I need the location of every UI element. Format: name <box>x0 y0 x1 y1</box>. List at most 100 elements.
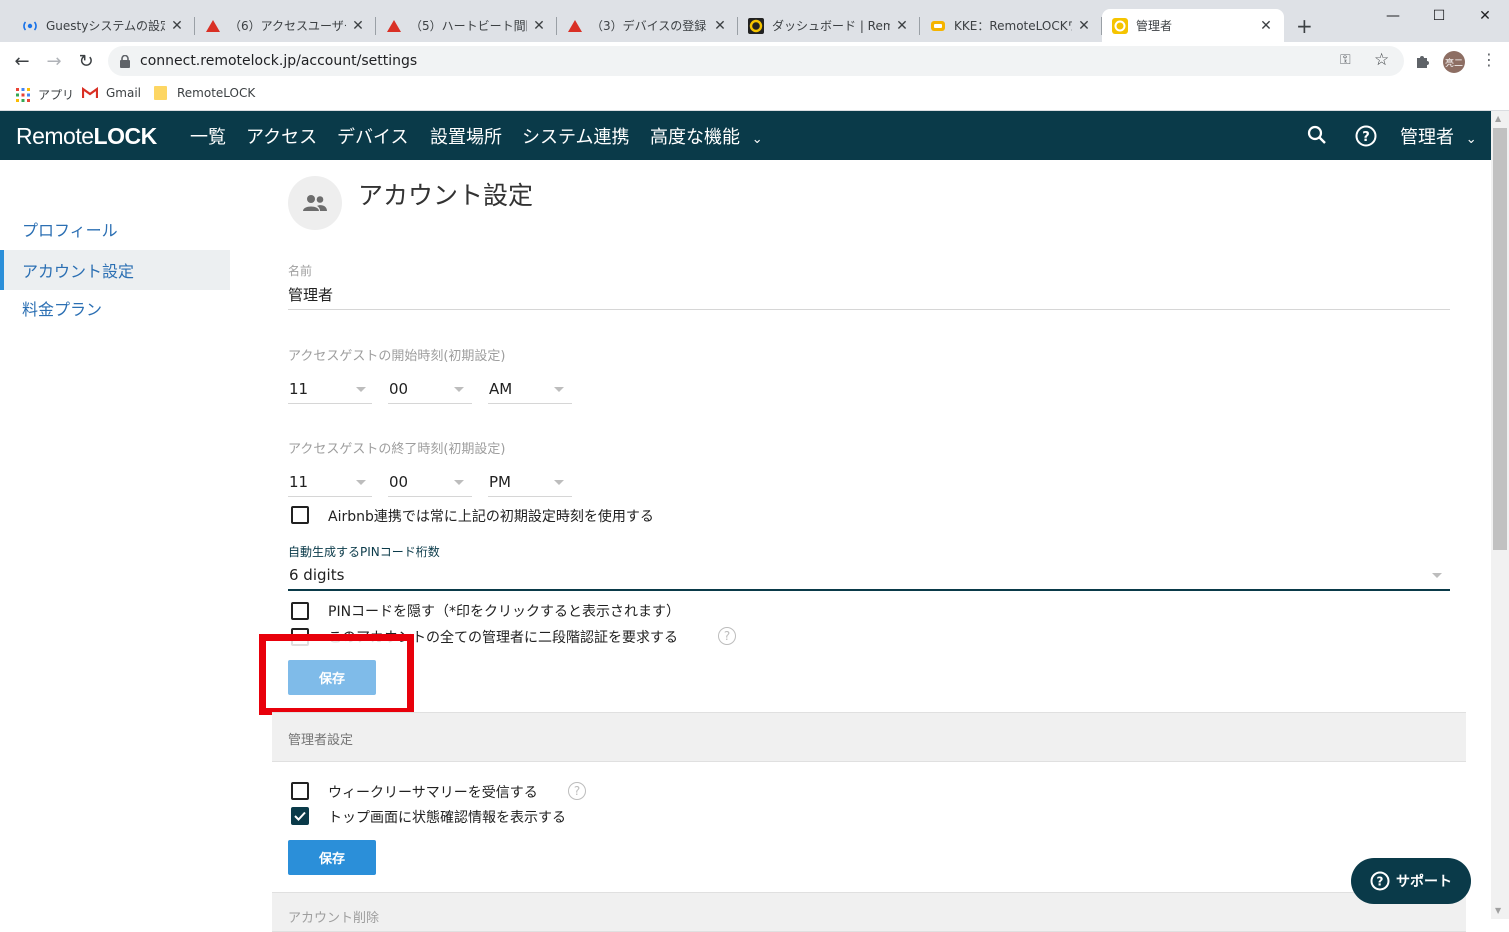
tab-title: 管理者 <box>1136 19 1173 33</box>
browser-tab[interactable]: （5）ハートビート間隔(\ ✕ <box>376 9 557 42</box>
star-icon[interactable]: ☆ <box>1374 50 1389 70</box>
checkmark-icon <box>294 811 306 821</box>
admin-save-button[interactable]: 保存 <box>288 840 376 875</box>
start-minute-select[interactable]: 00 <box>388 374 472 404</box>
admin-settings-title: 管理者設定 <box>288 733 354 748</box>
browser-tab[interactable]: （6）アクセスユーザーの ✕ <box>195 9 376 42</box>
triangle-icon <box>386 18 402 34</box>
nav-access[interactable]: アクセス <box>246 123 317 149</box>
show-status-label: トップ画面に状態確認情報を表示する <box>328 810 566 826</box>
bookmark-gmail[interactable]: Gmail <box>82 86 141 100</box>
new-tab-button[interactable]: + <box>1296 14 1313 38</box>
dropdown-caret-icon <box>454 387 464 392</box>
highlight-box <box>259 634 414 715</box>
address-bar[interactable]: connect.remotelock.jp/account/settings ⚿… <box>108 46 1404 76</box>
end-hour-select[interactable]: 11 <box>288 467 372 497</box>
support-button[interactable]: ? サポート <box>1351 858 1471 904</box>
profile-avatar[interactable]: 亮二 <box>1443 51 1465 73</box>
tab-title: （6）アクセスユーザーの <box>229 19 346 33</box>
name-label: 名前 <box>288 264 313 278</box>
help-icon: ? <box>1370 871 1390 891</box>
help-icon[interactable]: ? <box>1355 125 1377 151</box>
antenna-icon <box>22 18 38 34</box>
browser-menu-icon[interactable]: ⋮ <box>1481 50 1497 69</box>
end-minute-select[interactable]: 00 <box>388 467 472 497</box>
back-icon[interactable]: ← <box>8 47 36 75</box>
triangle-icon <box>205 18 221 34</box>
search-icon[interactable] <box>1307 125 1327 149</box>
maximize-icon[interactable]: ☐ <box>1416 0 1462 32</box>
folder-icon <box>154 86 167 100</box>
dropdown-caret-icon <box>554 480 564 485</box>
scroll-down-icon[interactable]: ▼ <box>1495 906 1501 915</box>
nav-advanced-label: 高度な機能 <box>650 127 740 148</box>
url-text: connect.remotelock.jp/account/settings <box>140 53 418 69</box>
key-icon[interactable]: ⚿ <box>1340 52 1351 68</box>
tab-title: （3）デバイスの登録 <box>591 19 707 33</box>
svg-text:?: ? <box>1377 875 1384 889</box>
remotelock-icon <box>748 17 764 34</box>
dropdown-caret-icon <box>454 480 464 485</box>
admin-settings-header: 管理者設定 <box>272 712 1466 762</box>
account-delete-title: アカウント削除 <box>288 911 380 926</box>
close-tab-icon[interactable]: ✕ <box>1258 18 1274 34</box>
pin-digits-select[interactable]: 6 digits <box>288 560 1450 591</box>
user-menu[interactable]: 管理者 ⌄ <box>1400 123 1477 149</box>
svg-text:?: ? <box>1362 130 1370 145</box>
close-tab-icon[interactable]: ✕ <box>531 18 547 34</box>
airbnb-default-time-label: Airbnb連携では常に上記の初期設定時刻を使用する <box>328 509 654 525</box>
weekly-summary-checkbox[interactable] <box>291 782 309 800</box>
help-circle-icon[interactable]: ? <box>568 782 586 800</box>
dropdown-caret-icon <box>356 480 366 485</box>
start-hour-select[interactable]: 11 <box>288 374 372 404</box>
close-tab-icon[interactable]: ✕ <box>1076 18 1092 34</box>
start-ampm-value: AM <box>489 379 513 398</box>
bookmark-remotelock[interactable]: RemoteLOCK <box>154 86 255 100</box>
support-button-label: サポート <box>1396 874 1452 890</box>
bookmark-label: RemoteLOCK <box>177 86 256 100</box>
start-minute-value: 00 <box>389 379 409 398</box>
help-circle-icon[interactable]: ? <box>718 627 736 645</box>
start-ampm-select[interactable]: AM <box>488 374 572 404</box>
forward-icon[interactable]: → <box>40 47 68 75</box>
airbnb-default-time-checkbox[interactable] <box>291 506 309 524</box>
weekly-summary-label: ウィークリーサマリーを受信する <box>328 785 538 801</box>
nav-integrations[interactable]: システム連携 <box>522 123 629 149</box>
hide-pin-checkbox[interactable] <box>291 602 309 620</box>
bookmarks-bar: アプリ Gmail RemoteLOCK <box>0 80 1509 111</box>
end-minute-value: 00 <box>389 472 409 491</box>
bookmark-apps[interactable]: アプリ <box>16 86 74 103</box>
remotelock-logo[interactable]: RemoteLOCK <box>16 123 157 150</box>
browser-tab[interactable]: Guestyシステムの設定・連 ✕ <box>12 9 195 42</box>
scroll-up-icon[interactable]: ▲ <box>1495 114 1501 123</box>
sidebar-item-billing-plan[interactable]: 料金プラン <box>0 288 230 328</box>
scrollbar-thumb[interactable] <box>1493 128 1507 550</box>
kke-icon <box>930 18 946 34</box>
browser-toolbar: ← → ↻ connect.remotelock.jp/account/sett… <box>0 42 1509 80</box>
account-group-icon <box>288 176 342 230</box>
browser-tab[interactable]: （3）デバイスの登録 ✕ <box>557 9 738 42</box>
bookmark-label: Gmail <box>106 86 142 100</box>
close-tab-icon[interactable]: ✕ <box>712 18 728 34</box>
close-tab-icon[interactable]: ✕ <box>169 18 185 34</box>
end-ampm-select[interactable]: PM <box>488 467 572 497</box>
name-field[interactable]: 管理者 <box>288 280 1450 310</box>
nav-advanced[interactable]: 高度な機能 ⌄ <box>650 123 763 149</box>
reload-icon[interactable]: ↻ <box>72 47 100 75</box>
lock-icon <box>120 54 130 68</box>
nav-locations[interactable]: 設置場所 <box>430 123 502 149</box>
extensions-icon[interactable] <box>1408 47 1436 75</box>
sidebar-item-account-settings[interactable]: アカウント設定 <box>0 250 230 290</box>
sidebar-item-profile[interactable]: プロフィール <box>0 209 230 249</box>
browser-tab[interactable]: KKE：RemoteLOCKワー ✕ <box>920 9 1102 42</box>
nav-devices[interactable]: デバイス <box>337 123 408 149</box>
page-title: アカウント設定 <box>358 181 534 210</box>
close-tab-icon[interactable]: ✕ <box>350 18 366 34</box>
close-window-icon[interactable]: ✕ <box>1462 0 1508 32</box>
browser-tab-active[interactable]: 管理者 ✕ <box>1102 9 1284 42</box>
minimize-icon[interactable]: — <box>1370 0 1416 32</box>
nav-list[interactable]: 一覧 <box>190 123 226 149</box>
browser-tab[interactable]: ダッシュボード | RemoteL ✕ <box>738 9 920 42</box>
close-tab-icon[interactable]: ✕ <box>894 18 910 34</box>
show-status-checkbox[interactable] <box>291 807 309 825</box>
